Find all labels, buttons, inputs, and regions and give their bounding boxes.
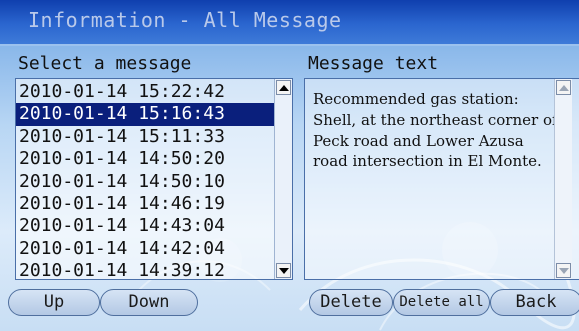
message-text-scrollbar[interactable] [554, 79, 572, 279]
text-scroll-up-button[interactable] [556, 80, 571, 95]
list-scroll-down-button[interactable] [276, 263, 291, 278]
message-list-items: 2010-01-14 15:22:42 2010-01-14 15:16:43 20… [16, 81, 274, 279]
title-bar: Information - All Message [0, 0, 579, 46]
triangle-down-icon [558, 267, 569, 274]
list-scroll-up-button[interactable] [276, 80, 291, 95]
message-list-item[interactable]: 2010-01-14 15:16:43 [16, 103, 274, 126]
triangle-down-icon [278, 267, 289, 274]
delete-all-button[interactable]: Delete all [393, 289, 490, 316]
message-list[interactable]: 2010-01-14 15:22:42 2010-01-14 15:16:43 20… [15, 78, 293, 280]
message-list-item[interactable]: 2010-01-14 15:11:33 [16, 126, 274, 148]
delete-button[interactable]: Delete [309, 289, 393, 316]
message-list-item[interactable]: 2010-01-14 14:50:10 [16, 171, 274, 193]
triangle-up-icon [278, 84, 289, 91]
message-list-item[interactable]: 2010-01-14 14:39:12 [16, 260, 274, 279]
bottom-button-bar: Up Down Delete Delete all Back [0, 283, 579, 331]
screen: Information - All Message Select a messa… [0, 0, 579, 331]
up-button[interactable]: Up [8, 289, 100, 316]
message-list-scrollbar[interactable] [274, 79, 292, 279]
message-list-item[interactable]: 2010-01-14 14:46:19 [16, 193, 274, 215]
window-title: Information - All Message [28, 8, 342, 32]
message-list-item[interactable]: 2010-01-14 14:42:04 [16, 238, 274, 260]
message-text-label: Message text [308, 53, 439, 74]
message-list-item[interactable]: 2010-01-14 14:43:04 [16, 215, 274, 237]
text-scroll-down-button[interactable] [556, 263, 571, 278]
triangle-up-icon [558, 84, 569, 91]
select-message-label: Select a message [18, 53, 192, 74]
message-list-item[interactable]: 2010-01-14 14:50:20 [16, 148, 274, 170]
message-text-box: Recommended gas station: Shell, at the n… [304, 78, 579, 280]
message-list-item[interactable]: 2010-01-14 15:22:42 [16, 81, 274, 103]
down-button[interactable]: Down [100, 289, 198, 316]
back-button[interactable]: Back [490, 289, 579, 316]
message-text: Recommended gas station: Shell, at the n… [313, 90, 558, 171]
